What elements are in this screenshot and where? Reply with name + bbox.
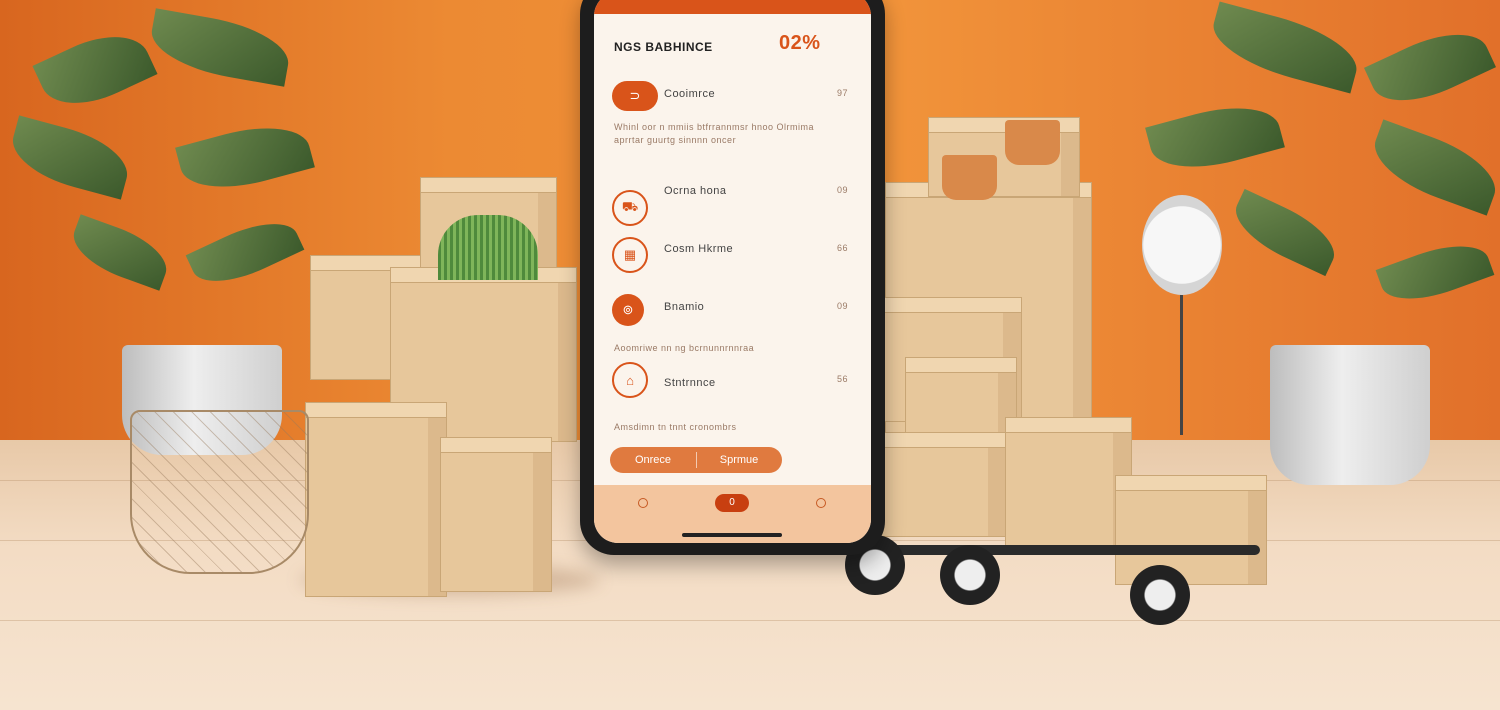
app-title: NGS BABHINCE xyxy=(614,40,713,54)
small-plant-icon-2 xyxy=(1005,120,1060,165)
paragraph: Whinl oor n mmiis btfrrannmsr hnoo Olrmi… xyxy=(614,122,815,132)
list-item-label[interactable]: Stntrnnce xyxy=(664,377,716,389)
list-item-label[interactable]: Bnamio xyxy=(664,301,704,313)
box-left-small xyxy=(440,437,552,592)
grass-icon xyxy=(438,215,538,280)
list-item-value: 56 xyxy=(837,374,849,384)
truck-icon[interactable]: ⛟ xyxy=(612,190,648,226)
paragraph: aprrtar guurtg sinnnn oncer xyxy=(614,135,737,145)
list-item-label[interactable]: Cooimrce xyxy=(664,88,715,100)
primary-button[interactable]: Onrece xyxy=(610,447,696,473)
basket-icon xyxy=(130,410,309,574)
white-fan-icon xyxy=(1142,195,1222,295)
smartphone: NGS BABHINCE 02% ⊃ Cooimrce 97 Whinl oor… xyxy=(580,0,885,555)
section-note: Aoomriwe nn ng bcrnunnrnnraa xyxy=(614,343,755,353)
list-item-value: 66 xyxy=(837,243,849,253)
scene: NGS BABHINCE 02% ⊃ Cooimrce 97 Whinl oor… xyxy=(0,0,1500,710)
nav-right-dot[interactable] xyxy=(816,498,826,508)
phone-screen: NGS BABHINCE 02% ⊃ Cooimrce 97 Whinl oor… xyxy=(594,0,871,543)
secondary-button[interactable]: Sprmue xyxy=(696,447,782,473)
nav-active-tab[interactable]: 0 xyxy=(715,494,749,512)
right-plant-pot xyxy=(1270,345,1430,485)
list-item-label[interactable]: Cosm Hkrme xyxy=(664,243,733,255)
fan-stand xyxy=(1180,295,1183,435)
toggle-icon[interactable]: ⊃ xyxy=(612,81,658,111)
action-buttons: Onrece Sprmue xyxy=(610,447,782,473)
footer-note: Amsdimn tn tnnt cronombrs xyxy=(614,422,737,432)
list-item-label[interactable]: Ocrna hona xyxy=(664,185,726,197)
box-left-front xyxy=(305,402,447,597)
nav-left-dot[interactable] xyxy=(638,498,648,508)
status-bar xyxy=(594,0,871,14)
calendar-icon[interactable]: ▦ xyxy=(612,237,648,273)
box-icon[interactable]: ⌂ xyxy=(612,362,648,398)
list-item-value: 09 xyxy=(837,185,849,195)
lock-icon[interactable]: ⊚ xyxy=(612,294,644,326)
cart xyxy=(840,525,1260,625)
small-plant-icon xyxy=(942,155,997,200)
list-item-value: 97 xyxy=(837,88,849,98)
list-item-value: 09 xyxy=(837,301,849,311)
home-indicator xyxy=(682,533,782,537)
percent-readout: 02% xyxy=(779,32,821,54)
